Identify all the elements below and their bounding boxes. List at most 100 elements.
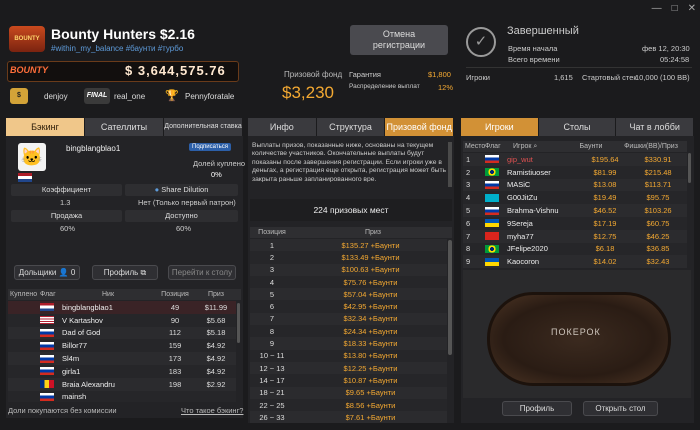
bounty-cell: $81.99 — [593, 167, 617, 177]
prize-fund-value: $3,230 — [282, 83, 334, 102]
prize-cell: $135.27 +Баунти — [341, 240, 400, 250]
table-row: 26 ~ 33 $7.61 +Баунти — [250, 411, 447, 423]
prize-cell: $10.87 +Баунти — [343, 375, 398, 385]
col-prize: Приз — [207, 291, 225, 298]
scrollbar[interactable] — [448, 240, 452, 355]
winner-name: real_one — [114, 91, 146, 101]
player-cell: G00JitZu — [507, 193, 538, 203]
profile-button[interactable]: Профиль ⧉ — [92, 265, 158, 280]
place-cell: 8 — [466, 244, 471, 254]
nick-cell: mainsh — [62, 392, 87, 402]
scrollbar[interactable] — [448, 142, 452, 187]
bounty-amount: $ 3,644,575.76 — [125, 63, 226, 78]
external-link-icon: ⧉ — [140, 268, 147, 277]
player-cell: 9Sereja — [507, 218, 533, 228]
subscribe-badge[interactable]: Подписаться — [189, 143, 231, 151]
prize-cell: $11.99 — [204, 302, 228, 312]
table-row[interactable]: 2 Ramistiuoser $81.99 $215.48 — [463, 165, 687, 179]
backing-table: bingblangblao1 49 $11.99 V Kartashov 90 $5.68… — [8, 301, 236, 402]
table-row[interactable]: 7 myha77 $12.75 $46.25 — [463, 229, 687, 243]
table-row: 10 ~ 11 $13.80 +Баунти — [250, 349, 447, 362]
place-cell: 1 — [466, 154, 471, 164]
table-row[interactable]: 9 Kaocoron $14.02 $32.43 — [463, 255, 687, 269]
search-icon[interactable]: ⌕ — [533, 143, 537, 150]
position-cell: 10 ~ 11 — [259, 351, 285, 361]
chips-cell: $60.75 — [646, 218, 670, 228]
starting-stack-label: Стартовый стек — [582, 73, 637, 82]
prize-cell: $8.56 +Баунти — [345, 400, 396, 410]
tab-players[interactable]: Игроки — [461, 118, 539, 136]
col-flag: Флаг — [40, 291, 56, 298]
tab-structure[interactable]: Структура — [316, 118, 386, 136]
guarantee-value: $1,800 — [428, 70, 451, 79]
table-row[interactable]: Billor77 159 $4.92 — [8, 339, 236, 353]
position-cell: 159 — [168, 341, 182, 351]
chips-cell: $46.25 — [646, 231, 670, 241]
player-cell: Kaocoron — [507, 257, 540, 267]
go-to-table-button[interactable]: Перейти к столу — [168, 265, 236, 280]
tab-info[interactable]: Инфо — [248, 118, 317, 136]
scrollbar[interactable] — [237, 303, 240, 343]
backing-help-link[interactable]: Что такое бэкинг? — [181, 406, 243, 415]
middle-tabs: Инфо Структура Призовой фонд — [248, 118, 455, 136]
tab-tables[interactable]: Столы — [538, 118, 617, 136]
total-time-value: 05:24:58 — [660, 55, 690, 64]
table-row[interactable]: 6 9Sereja $17.19 $60.75 — [463, 216, 687, 230]
table-row[interactable]: 3 MASiC $13.08 $113.71 — [463, 178, 687, 192]
scrollbar[interactable] — [688, 153, 691, 183]
cancel-registration-button[interactable]: Отмена регистрации — [350, 25, 448, 55]
tab-extra-bet[interactable]: Дополнительная ставка — [164, 118, 243, 136]
flag-icon — [40, 341, 54, 350]
prize-table: 1 $135.27 +Баунти 2 $133.49 +Баунти 3 $100.63… — [250, 239, 447, 423]
position-cell: 6 — [269, 302, 275, 312]
table-row[interactable]: Dad of God 112 $5.18 — [8, 326, 236, 340]
tab-backing[interactable]: Бэкинг — [6, 118, 85, 136]
open-table-button[interactable]: Открыть стол — [583, 401, 658, 416]
avatar[interactable]: 🐱 — [18, 143, 46, 171]
position-cell: 7 — [269, 314, 275, 324]
table-row[interactable]: Braia Alexandru 198 $2.92 — [8, 377, 236, 391]
minimize-icon[interactable]: — — [652, 3, 662, 14]
tab-lobby-chat[interactable]: Чат в лобби — [616, 118, 695, 136]
prize-fund-label: Призовой фонд — [284, 70, 343, 79]
nick-cell: Braia Alexandru — [62, 379, 115, 389]
bounty-cell: $195.64 — [591, 154, 619, 164]
shareholders-button[interactable]: Дольщики 👤 0 — [14, 265, 80, 280]
table-row: 9 $18.33 +Баунти — [250, 337, 447, 350]
table-logo: ПОКЕРОК — [551, 327, 601, 337]
nick-cell: Billor77 — [62, 341, 88, 351]
col-prize: Приз — [364, 229, 382, 236]
prize-cell: $32.34 +Баунти — [343, 314, 398, 324]
table-row[interactable]: 8 JFelipe2020 $6.18 $36.85 — [463, 242, 687, 256]
table-row[interactable]: 4 G00JitZu $19.49 $95.75 — [463, 191, 687, 205]
position-cell: 1 — [269, 240, 275, 250]
table-row[interactable]: 5 Brahma-Vishnu $46.52 $103.26 — [463, 204, 687, 217]
place-cell: 2 — [466, 167, 471, 177]
window-controls: — □ ✕ — [652, 3, 696, 14]
prize-cell: $7.61 +Баунти — [345, 412, 396, 422]
flag-icon — [40, 316, 54, 325]
bounty-cell: $19.49 — [593, 193, 617, 203]
table-row[interactable]: V Kartashov 90 $5.68 — [8, 313, 236, 327]
position-cell: 4 — [269, 277, 275, 287]
table-row[interactable]: girla1 183 $4.92 — [8, 364, 236, 378]
player-profile-button[interactable]: Профиль — [502, 401, 572, 416]
maximize-icon[interactable]: □ — [672, 3, 678, 14]
table-row[interactable]: bingblangblao1 49 $11.99 — [8, 301, 236, 314]
table-row[interactable]: mainsh — [8, 390, 236, 402]
table-row: 8 $24.34 +Баунти — [250, 325, 447, 338]
table-row[interactable]: Sl4m 173 $4.92 — [8, 352, 236, 365]
players-label: Игроки — [466, 73, 490, 82]
close-icon[interactable]: ✕ — [688, 3, 696, 14]
bounty-logo: BOUNTY — [10, 65, 48, 75]
tab-satellites[interactable]: Сателлиты — [85, 118, 164, 136]
table-row[interactable]: 1 gip_wut $195.64 $330.91 — [463, 153, 687, 166]
player-cell: myha77 — [507, 231, 534, 241]
position-cell: 26 ~ 33 — [259, 412, 285, 422]
winner-3: 🏆 Pennyforatale — [163, 88, 234, 104]
table-row: 22 ~ 25 $8.56 +Баунти — [250, 398, 447, 412]
position-cell: 183 — [168, 366, 182, 376]
tab-prize-pool[interactable]: Призовой фонд — [385, 118, 455, 136]
position-cell: 112 — [169, 328, 181, 338]
place-cell: 5 — [466, 206, 471, 216]
